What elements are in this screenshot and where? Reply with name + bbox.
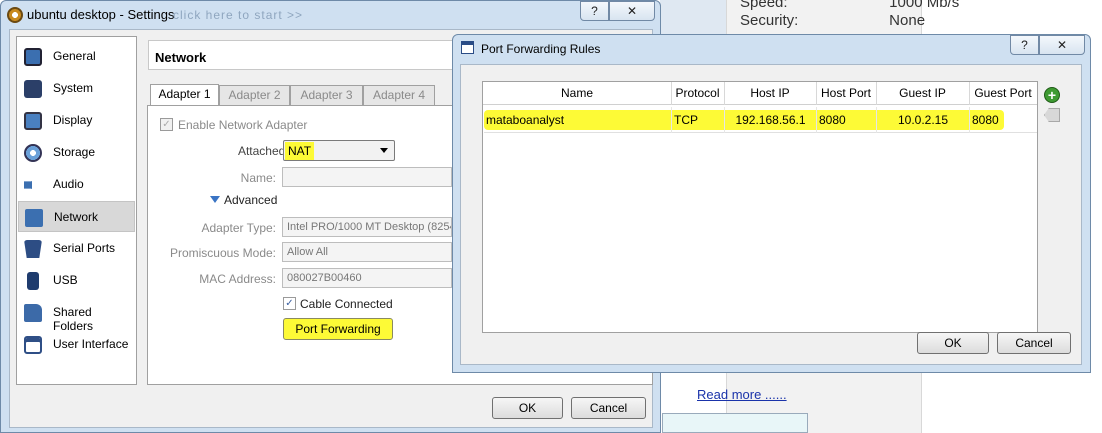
background-bottom-box	[662, 413, 808, 433]
port-forwarding-button[interactable]: Port Forwarding	[283, 318, 393, 340]
pf-cancel-button[interactable]: Cancel	[997, 332, 1071, 354]
cell-guest-ip[interactable]: 10.0.2.15	[877, 107, 970, 133]
pf-body: Name Protocol Host IP Host Port Guest IP…	[460, 64, 1082, 365]
mac-address-field[interactable]: 080027B00460	[282, 268, 452, 288]
cell-guest-port[interactable]: 8080	[970, 107, 1037, 133]
sidebar-item-label: Audio	[53, 177, 84, 191]
settings-window-title: ubuntu desktop - Settings	[27, 7, 175, 22]
cell-host-port[interactable]: 8080	[817, 107, 877, 133]
monitor-icon	[24, 48, 42, 66]
promiscuous-mode-select[interactable]: Allow All	[282, 242, 452, 262]
mac-address-label: MAC Address:	[199, 272, 276, 286]
sidebar-item-label: Display	[53, 113, 93, 127]
column-header-host-port[interactable]: Host Port	[816, 86, 876, 100]
sidebar-item-shared-folders[interactable]: Shared Folders	[18, 297, 135, 333]
security-key: Security:	[740, 12, 799, 29]
cell-name[interactable]: mataboanalyst	[484, 107, 672, 133]
speed-value: 1000 Mb/s	[889, 0, 960, 11]
attached-to-select[interactable]: NAT	[283, 140, 395, 161]
folder-icon	[24, 304, 42, 322]
pf-title-bar[interactable]: Port Forwarding Rules ? ✕	[453, 35, 1090, 63]
sidebar-item-audio[interactable]: Audio	[18, 169, 135, 200]
sidebar-item-user-interface[interactable]: User Interface	[18, 329, 135, 360]
column-header-name[interactable]: Name	[483, 86, 671, 100]
sidebar-item-label: System	[53, 81, 94, 95]
advanced-toggle-label[interactable]: Advanced	[224, 193, 277, 207]
attached-to-label: Attached to:	[237, 144, 302, 158]
usb-icon	[27, 272, 39, 290]
table-header: Name Protocol Host IP Host Port Guest IP…	[483, 82, 1037, 105]
advanced-toggle-icon[interactable]	[210, 196, 220, 203]
pf-help-button[interactable]: ?	[1010, 35, 1039, 55]
virtualbox-app-icon	[7, 7, 23, 23]
speed-row: Speed: 1000 Mb/s	[740, 0, 959, 11]
adapter-type-label: Adapter Type:	[201, 221, 277, 235]
sidebar-item-label: General	[53, 49, 96, 63]
security-value: None	[889, 12, 926, 29]
column-header-guest-ip[interactable]: Guest IP	[876, 86, 969, 100]
speed-key: Speed:	[740, 0, 788, 11]
read-more-link[interactable]: Read more ......	[697, 387, 787, 402]
pf-close-button[interactable]: ✕	[1039, 35, 1085, 55]
chevron-down-icon	[380, 148, 388, 153]
name-label: Name:	[240, 171, 276, 185]
column-header-protocol[interactable]: Protocol	[671, 86, 724, 100]
sidebar-item-storage[interactable]: Storage	[18, 137, 135, 168]
attached-to-value: NAT	[285, 142, 315, 160]
speaker-icon	[24, 176, 41, 194]
serial-port-icon	[24, 240, 42, 258]
chip-icon	[24, 80, 42, 98]
sidebar-item-label: Network	[54, 210, 99, 224]
cell-host-ip[interactable]: 192.168.56.1	[725, 107, 817, 133]
sidebar-item-usb[interactable]: USB	[18, 265, 135, 296]
adapter-type-select[interactable]: Intel PRO/1000 MT Desktop (82540	[282, 217, 452, 237]
add-rule-icon[interactable]: +	[1044, 87, 1060, 103]
sidebar-item-label: Storage	[53, 145, 96, 159]
name-field[interactable]	[282, 167, 452, 187]
display-icon	[24, 112, 42, 130]
tab-adapter-3[interactable]: Adapter 3	[290, 85, 363, 105]
settings-help-button[interactable]: ?	[580, 1, 609, 21]
cable-connected-label: Cable Connected	[300, 297, 393, 311]
pf-ok-button[interactable]: OK	[917, 332, 989, 354]
settings-ok-button[interactable]: OK	[492, 397, 563, 419]
pf-dialog-title: Port Forwarding Rules	[481, 42, 601, 56]
ghost-link-text: click here to start >>	[173, 8, 304, 22]
sidebar-item-label: Serial Ports	[53, 241, 116, 255]
column-header-guest-port[interactable]: Guest Port	[969, 86, 1037, 100]
table-row[interactable]: mataboanalyst TCP 192.168.56.1 8080 10.0…	[484, 107, 1037, 133]
settings-sidebar: General System Display Storage Audio Net…	[16, 36, 137, 385]
sidebar-item-system[interactable]: System	[18, 73, 135, 104]
sidebar-item-display[interactable]: Display	[18, 105, 135, 136]
port-forwarding-table: Name Protocol Host IP Host Port Guest IP…	[482, 81, 1038, 333]
sidebar-item-label: USB	[53, 273, 78, 287]
tab-adapter-2[interactable]: Adapter 2	[219, 85, 290, 105]
security-row: Security: None	[740, 12, 925, 29]
cable-connected-checkbox[interactable]: ✓	[283, 297, 296, 310]
sidebar-item-network[interactable]: Network	[18, 201, 135, 232]
disc-icon	[24, 144, 42, 162]
sidebar-item-label: User Interface	[53, 337, 129, 351]
tab-adapter-4[interactable]: Adapter 4	[363, 85, 435, 105]
settings-close-button[interactable]: ✕	[609, 1, 655, 21]
enable-adapter-label: Enable Network Adapter	[178, 118, 308, 132]
sidebar-item-serial-ports[interactable]: Serial Ports	[18, 233, 135, 264]
column-header-host-ip[interactable]: Host IP	[724, 86, 816, 100]
settings-title-bar[interactable]: ubuntu desktop - Settings click here to …	[1, 1, 660, 29]
remove-rule-icon[interactable]	[1044, 108, 1060, 122]
promiscuous-mode-label: Promiscuous Mode:	[169, 246, 276, 260]
cell-protocol[interactable]: TCP	[672, 107, 725, 133]
network-icon	[25, 209, 43, 227]
window-icon	[461, 41, 474, 54]
enable-adapter-checkbox[interactable]: ✓	[160, 118, 173, 131]
tab-adapter-1[interactable]: Adapter 1	[150, 84, 219, 106]
port-forwarding-dialog: Port Forwarding Rules ? ✕ Name Protocol …	[452, 34, 1091, 373]
window-icon	[24, 336, 42, 354]
settings-cancel-button[interactable]: Cancel	[571, 397, 646, 419]
sidebar-item-general[interactable]: General	[18, 41, 135, 72]
